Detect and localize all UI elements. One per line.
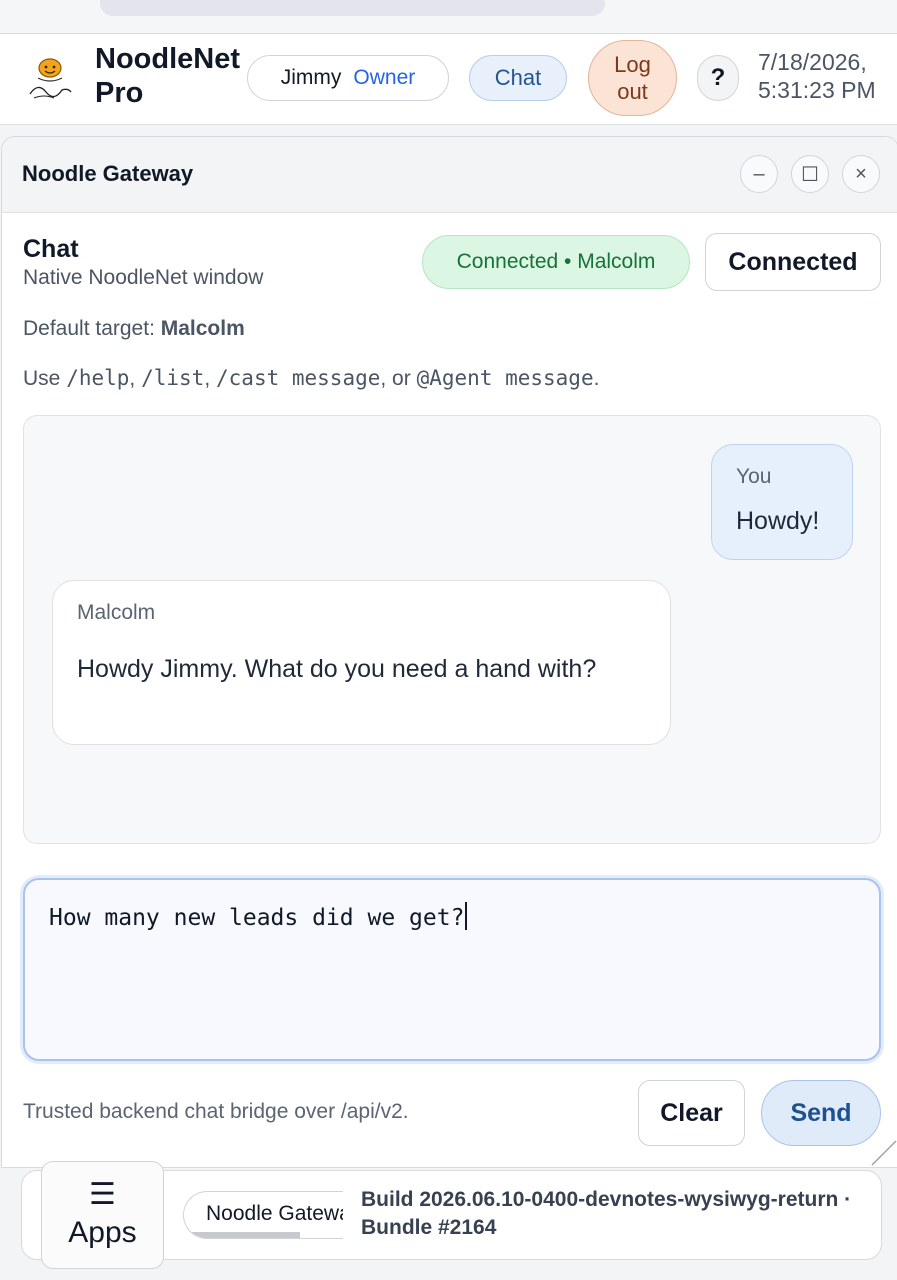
usage-cmd-agent: @Agent message bbox=[416, 366, 594, 390]
message-input[interactable]: How many new leads did we get? bbox=[23, 878, 881, 1061]
user-role: Owner bbox=[353, 66, 416, 89]
maximize-button[interactable]: ☐ bbox=[791, 155, 829, 193]
taskbar-item-noodle-gateway[interactable]: Noodle Gateway bbox=[183, 1191, 343, 1239]
build-info: Build 2026.06.10-0400-devnotes-wysiwyg-r… bbox=[361, 1188, 852, 1239]
connection-status-badge: Connected • Malcolm bbox=[422, 235, 690, 289]
browser-chrome bbox=[0, 0, 897, 34]
app-logo-icon bbox=[24, 54, 76, 106]
message-text: Howdy! bbox=[736, 507, 820, 535]
taskbar-item-label: Noodle Gateway bbox=[206, 1202, 343, 1225]
window-title: Noodle Gateway bbox=[22, 161, 194, 186]
time-text: 5:31:23 PM bbox=[758, 77, 876, 103]
default-target-value: Malcolm bbox=[160, 317, 245, 340]
usage-cmd-list: /list bbox=[141, 366, 205, 390]
noodle-gateway-window: Noodle Gateway – ☐ × Chat Native NoodleN… bbox=[1, 136, 897, 1168]
bridge-note: Trusted backend chat bridge over /api/v2… bbox=[23, 1100, 409, 1123]
message-sender: Malcolm bbox=[77, 601, 156, 624]
send-button[interactable]: Send bbox=[761, 1080, 881, 1146]
usage-sep: , or bbox=[380, 367, 411, 390]
default-target-label: Default target: bbox=[23, 317, 155, 340]
clear-button[interactable]: Clear bbox=[638, 1080, 745, 1146]
message-list[interactable]: You Howdy! Malcolm Howdy Jimmy. What do … bbox=[23, 415, 881, 844]
window-titlebar[interactable]: Noodle Gateway – ☐ × bbox=[2, 137, 897, 213]
message-bubble-agent: Malcolm Howdy Jimmy. What do you need a … bbox=[52, 580, 671, 745]
chat-title: Chat bbox=[23, 235, 79, 263]
date-text: 7/18/2026, bbox=[758, 49, 867, 75]
chat-subtitle: Native NoodleNet window bbox=[23, 266, 264, 289]
browser-url-bar[interactable] bbox=[100, 0, 605, 16]
datetime-display: 7/18/2026, 5:31:23 PM bbox=[758, 48, 897, 104]
logout-button[interactable]: Log out bbox=[588, 40, 677, 116]
text-caret bbox=[465, 902, 468, 930]
apps-button[interactable]: ☰ Apps bbox=[41, 1161, 164, 1269]
chat-nav-button[interactable]: Chat bbox=[469, 55, 567, 101]
usage-sep: , bbox=[204, 367, 211, 390]
usage-suffix: . bbox=[593, 367, 600, 390]
menu-icon: ☰ bbox=[89, 1178, 116, 1211]
top-bar: NoodleNet Pro Jimmy Owner Chat Log out ?… bbox=[0, 34, 897, 125]
connected-button[interactable]: Connected bbox=[705, 233, 881, 291]
usage-cmd-cast: /cast message bbox=[216, 366, 381, 390]
apps-label: Apps bbox=[68, 1216, 137, 1249]
usage-prefix: Use bbox=[23, 367, 61, 390]
message-text: Howdy Jimmy. What do you need a hand wit… bbox=[77, 655, 597, 683]
resize-grip-icon[interactable] bbox=[868, 1137, 897, 1167]
help-button[interactable]: ? bbox=[697, 55, 739, 101]
user-badge[interactable]: Jimmy Owner bbox=[247, 55, 449, 101]
usage-cmd-help: /help bbox=[66, 366, 130, 390]
default-target: Default target: Malcolm bbox=[23, 317, 245, 341]
app-brand-name: NoodleNet Pro bbox=[95, 43, 240, 109]
usage-hint: Use /help, /list, /cast message, or @Age… bbox=[23, 366, 599, 391]
user-name: Jimmy bbox=[280, 66, 342, 89]
message-bubble-user: You Howdy! bbox=[711, 444, 853, 560]
usage-sep: , bbox=[129, 367, 136, 390]
message-input-value: How many new leads did we get? bbox=[49, 905, 465, 931]
message-sender: You bbox=[736, 465, 772, 488]
minimize-button[interactable]: – bbox=[740, 155, 778, 193]
taskbar-item-indicator bbox=[184, 1232, 300, 1238]
close-button[interactable]: × bbox=[842, 155, 880, 193]
